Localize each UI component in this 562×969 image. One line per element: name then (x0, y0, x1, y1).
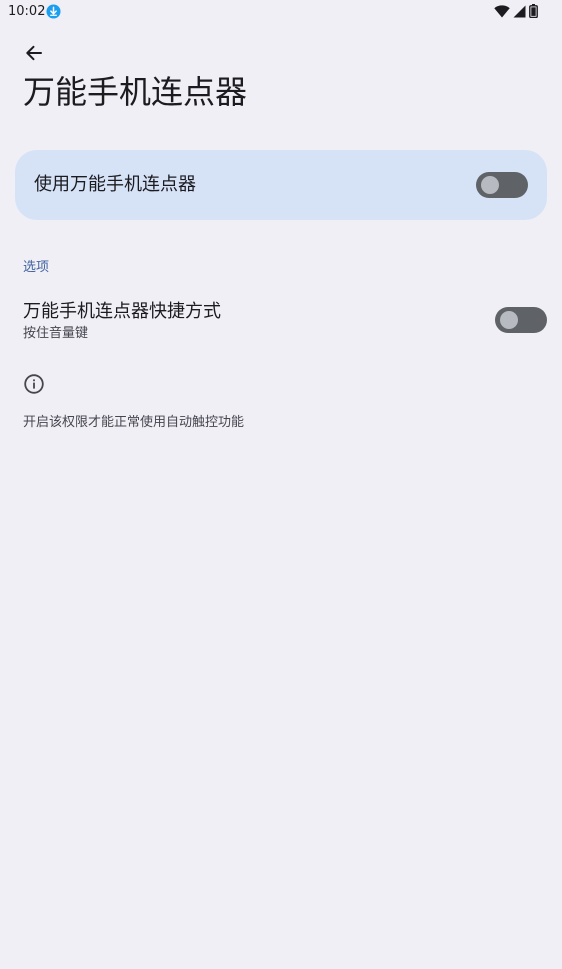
main-toggle-switch[interactable] (476, 172, 528, 198)
shortcut-subtitle: 按住音量键 (23, 326, 89, 341)
info-text: 开启该权限才能正常使用自动触控功能 (23, 415, 245, 430)
shortcut-title: 万能手机连点器快捷方式 (23, 301, 221, 322)
shortcut-toggle-switch[interactable] (495, 307, 547, 333)
status-bar: 10:02 (0, 0, 562, 24)
arrow-back-icon (26, 45, 42, 61)
switch-knob (500, 311, 518, 329)
info-icon (24, 374, 44, 394)
options-section-header: 选项 (23, 260, 50, 275)
signal-icon (513, 5, 526, 17)
status-icons (494, 4, 538, 18)
status-time: 10:02 (8, 4, 46, 19)
main-toggle-card[interactable]: 使用万能手机连点器 (15, 150, 547, 220)
download-icon (46, 4, 61, 19)
battery-icon (529, 4, 538, 18)
switch-knob (481, 176, 499, 194)
back-button[interactable] (18, 38, 50, 68)
shortcut-setting-row[interactable]: 万能手机连点器快捷方式 按住音量键 (0, 290, 562, 350)
main-toggle-label: 使用万能手机连点器 (34, 174, 196, 195)
page-title: 万能手机连点器 (23, 73, 248, 111)
wifi-icon (494, 4, 510, 17)
